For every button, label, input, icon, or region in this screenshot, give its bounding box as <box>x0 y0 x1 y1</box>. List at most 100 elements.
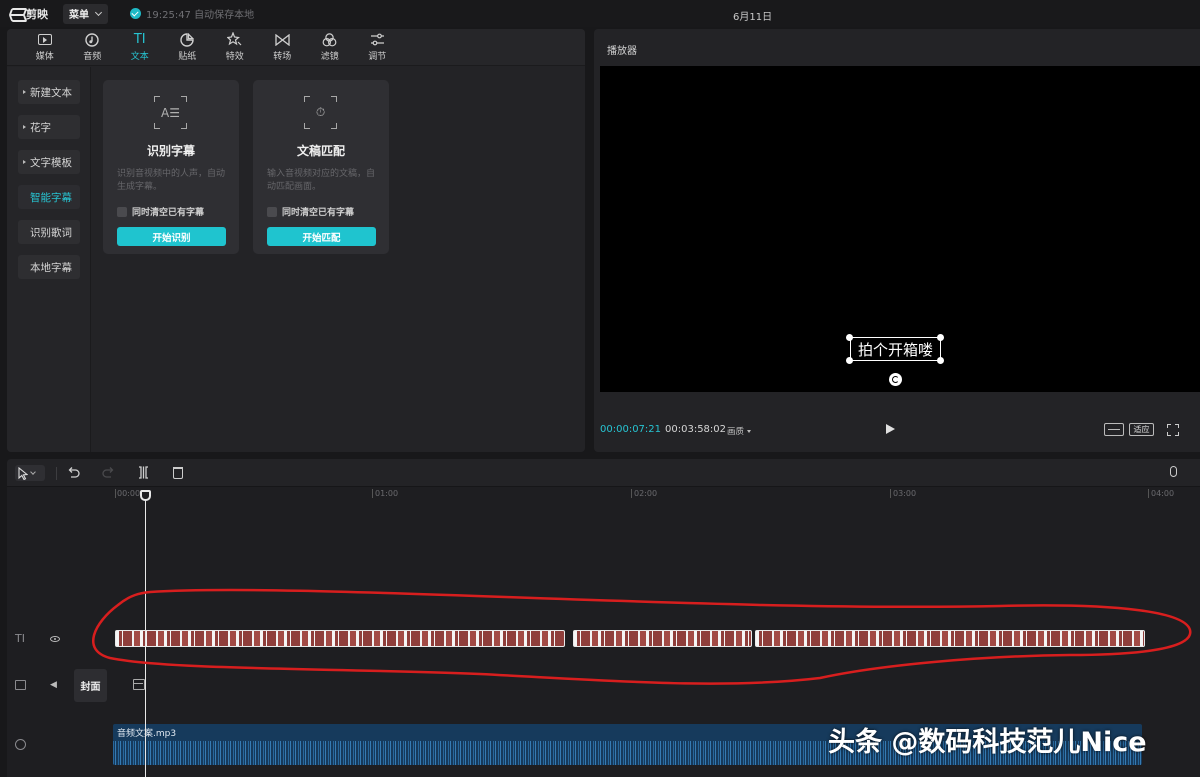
tab-label: 转场 <box>273 51 292 62</box>
cover-button[interactable]: 封面 <box>74 669 107 702</box>
redo-icon[interactable] <box>102 466 115 480</box>
checkbox-box[interactable] <box>267 206 277 217</box>
tab-label: 媒体 <box>35 51 54 62</box>
microphone-icon[interactable] <box>1170 466 1177 480</box>
tab-label: 音频 <box>83 51 102 62</box>
fullscreen-icon[interactable] <box>1167 424 1179 436</box>
audio-icon <box>84 32 100 47</box>
split-icon[interactable] <box>138 466 149 480</box>
resize-handle[interactable] <box>846 334 853 341</box>
quality-dropdown[interactable]: 画质 <box>727 425 752 437</box>
ruler-label: 03:00 <box>893 489 917 498</box>
speaker-icon[interactable]: ◀︎ <box>50 680 57 690</box>
audio-clip-name: 音频文案.mp3 <box>117 729 177 739</box>
subnav-label: 文字模板 <box>30 156 72 169</box>
video-track-icon <box>15 680 26 690</box>
playhead[interactable] <box>140 490 151 777</box>
subnav-item-fancy-text[interactable]: 花字 <box>18 115 80 139</box>
resize-handle[interactable] <box>937 357 944 364</box>
tab-label: 调节 <box>368 51 387 62</box>
current-time: 00:00:07:21 <box>600 424 662 435</box>
category-toolbar: 媒体 音频 TI 文本 贴纸 特效 转场 滤镜 调节 <box>7 29 585 66</box>
eye-icon[interactable] <box>50 636 60 642</box>
subnav-label: 智能字幕 <box>30 191 72 204</box>
tab-label: 滤镜 <box>320 51 339 62</box>
caret-right-icon <box>23 90 26 94</box>
timeline-toolbar <box>7 459 1200 487</box>
app-name: 剪映 <box>26 7 48 21</box>
menu-button[interactable]: 菜单 <box>63 3 108 24</box>
tab-filter[interactable]: 滤镜 <box>306 29 354 65</box>
caret-right-icon <box>23 160 26 164</box>
clear-captions-checkbox[interactable]: 同时清空已有字幕 <box>267 205 354 218</box>
quality-label: 画质 <box>727 427 745 437</box>
card-title: 识别字幕 <box>146 144 195 158</box>
subnav-item-text-template[interactable]: 文字模板 <box>18 150 80 174</box>
subnav-label: 花字 <box>30 121 51 134</box>
caret-right-icon <box>23 125 26 129</box>
audio-track-header <box>7 737 111 757</box>
player-controls: 00:00:07:21 00:03:58:02 画质 适应 <box>594 421 1200 439</box>
subnav-item-lyrics[interactable]: 识别歌词 <box>18 220 80 244</box>
subtitle-text: 拍个开箱喽 <box>857 340 933 359</box>
start-match-button[interactable]: 开始匹配 <box>267 227 376 246</box>
subnav-label: 本地字幕 <box>30 261 72 274</box>
subnav-item-new-text[interactable]: 新建文本 <box>18 80 80 104</box>
player-panel: 播放器 拍个开箱喽 00:00:07:21 00:03:58:02 画质 适应 <box>594 29 1200 452</box>
tab-media[interactable]: 媒体 <box>21 29 69 65</box>
resize-handle[interactable] <box>937 334 944 341</box>
subnav-item-smart-captions[interactable]: 智能字幕 <box>18 185 80 209</box>
transition-icon <box>274 33 290 47</box>
subnav-label: 识别歌词 <box>30 226 72 239</box>
subnav-item-local-captions[interactable]: 本地字幕 <box>18 255 80 279</box>
text-clip[interactable] <box>755 630 1145 647</box>
ruler-label: 02:00 <box>634 489 658 498</box>
tab-text[interactable]: TI 文本 <box>116 29 164 65</box>
materials-panel: 媒体 音频 TI 文本 贴纸 特效 转场 滤镜 调节 新建文本 花字 文字模板 … <box>7 29 585 452</box>
checkbox-box[interactable] <box>117 206 127 217</box>
playhead-handle[interactable] <box>140 490 151 501</box>
chevron-down-icon <box>94 8 103 16</box>
select-tool-button[interactable] <box>15 465 45 481</box>
tab-label: 文本 <box>130 51 149 62</box>
waveform-icon[interactable] <box>1104 423 1124 436</box>
delete-icon[interactable] <box>173 467 183 481</box>
menu-button-label: 菜单 <box>69 10 89 21</box>
ruler-label: 04:00 <box>1151 489 1175 498</box>
text-track-icon: TI <box>15 632 25 645</box>
play-icon[interactable] <box>886 424 895 434</box>
capcut-logo-icon <box>9 8 23 20</box>
resize-handle[interactable] <box>846 357 853 364</box>
subtitle-text-box[interactable]: 拍个开箱喽 <box>850 337 941 361</box>
start-recognition-button[interactable]: 开始识别 <box>117 227 226 246</box>
caption-recognize-icon: A☰ <box>154 96 187 129</box>
script-match-icon: ⏱ <box>304 96 337 129</box>
check-circle-icon <box>130 8 141 19</box>
tab-effects[interactable]: 特效 <box>211 29 259 65</box>
checkbox-label: 同时清空已有字幕 <box>132 208 205 218</box>
video-preview[interactable]: 拍个开箱喽 <box>600 66 1200 392</box>
tab-adjust[interactable]: 调节 <box>354 29 402 65</box>
cursor-icon <box>18 466 28 480</box>
rotate-icon[interactable] <box>889 373 902 386</box>
tab-sticker[interactable]: 贴纸 <box>164 29 212 65</box>
filter-icon <box>322 32 338 47</box>
aspect-ratio-button[interactable]: 适应 <box>1129 423 1154 436</box>
text-clip[interactable] <box>573 630 752 647</box>
script-match-card: ⏱ 文稿匹配 输入音视频对应的文稿，自动匹配画面。 同时清空已有字幕 开始匹配 <box>253 80 389 254</box>
text-clip[interactable] <box>115 630 565 647</box>
media-icon <box>37 33 53 47</box>
player-title: 播放器 <box>607 46 637 57</box>
undo-icon[interactable] <box>67 466 80 480</box>
tab-transition[interactable]: 转场 <box>259 29 307 65</box>
card-description: 输入音视频对应的文稿，自动匹配画面。 <box>267 169 376 192</box>
tab-audio[interactable]: 音频 <box>69 29 117 65</box>
subnav-label: 新建文本 <box>30 86 72 99</box>
sticker-icon <box>179 32 195 47</box>
text-track-header: TI <box>7 629 111 649</box>
card-title: 文稿匹配 <box>296 144 345 158</box>
time-ruler[interactable]: 00:00 01:00 02:00 03:00 04:00 <box>115 488 1200 500</box>
clear-captions-checkbox[interactable]: 同时清空已有字幕 <box>117 205 204 218</box>
watermark-text: 头条 @数码科技范儿Nice <box>828 727 1147 758</box>
toolbar-divider <box>56 467 57 480</box>
